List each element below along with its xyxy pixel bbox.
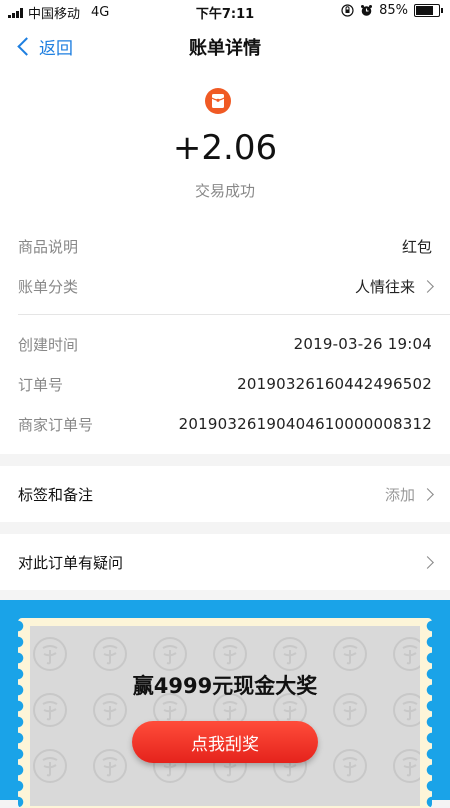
transaction-amount: +2.06 [172,128,278,168]
detail-row-category[interactable]: 账单分类 人情往来 [18,266,434,306]
transaction-status: 交易成功 [194,182,255,200]
detail-label: 账单分类 [18,277,79,296]
orientation-lock-icon [341,4,354,17]
detail-section: 商品说明 红包 账单分类 人情往来 创建时间 2019-03-26 19:04 … [0,214,450,454]
order-question-action [421,555,434,569]
scratch-button[interactable]: 点我刮奖 [132,721,318,763]
scratch-card: 赢4999元现金大奖 点我刮奖 [18,618,432,808]
page-title: 账单详情 [189,38,261,59]
chevron-right-icon [421,555,434,569]
detail-value: 2019-03-26 19:04 [293,335,432,353]
divider [18,314,450,315]
detail-row-description: 商品说明 红包 [18,226,432,266]
detail-label: 创建时间 [18,335,79,354]
status-right: 85% [341,3,443,18]
detail-value: 20190326160442496502 [237,375,432,393]
add-label: 添加 [384,485,415,504]
promo-banner: 赢4999元现金大奖 点我刮奖 [0,600,450,808]
detail-row-created-time: 创建时间 2019-03-26 19:04 [18,324,432,364]
scratch-area[interactable]: 赢4999元现金大奖 点我刮奖 [30,626,420,806]
detail-row-merchant-order-number: 商家订单号 20190326190404610000008312 [18,404,432,444]
alarm-icon [361,5,373,16]
detail-value: 红包 [401,237,432,256]
nav-bar: 返回 账单详情 [0,22,450,70]
prize-title: 赢4999元现金大奖 [132,674,318,698]
tags-notes-row[interactable]: 标签和备注 添加 [0,466,450,522]
chevron-right-icon [421,279,434,293]
battery-icon [414,4,443,17]
detail-label: 商家订单号 [18,415,94,434]
detail-value: 20190326190404610000008312 [178,415,432,433]
red-envelope-icon [205,88,231,114]
order-question-label: 对此订单有疑问 [18,553,124,572]
order-question-row[interactable]: 对此订单有疑问 [0,534,450,590]
category-value: 人情往来 [354,276,434,297]
watermark-pattern [33,637,420,783]
chevron-right-icon [421,487,434,501]
tags-notes-action: 添加 [384,484,434,505]
detail-row-order-number: 订单号 20190326160442496502 [18,364,432,404]
battery-percent: 85% [379,3,408,18]
tags-notes-label: 标签和备注 [18,485,94,504]
detail-label: 商品说明 [18,237,79,256]
transaction-header: +2.06 交易成功 [0,70,450,214]
detail-value: 人情往来 [354,277,415,296]
detail-label: 订单号 [18,375,64,394]
status-bar: 中国移动 4G 下午7:11 85% [0,0,450,22]
